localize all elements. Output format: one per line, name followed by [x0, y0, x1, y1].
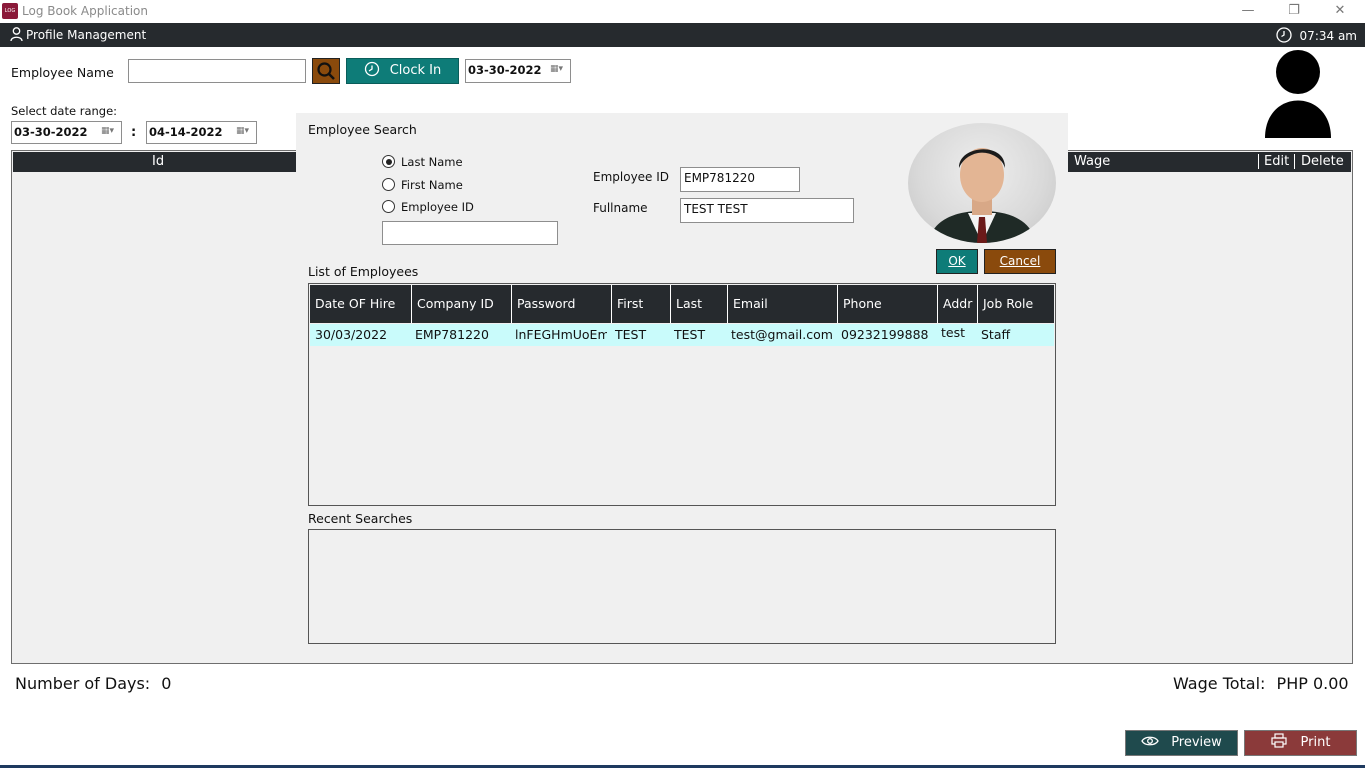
clock-display: 07:34 am	[1275, 27, 1357, 43]
number-of-days: Number of Days: 0	[15, 674, 171, 693]
date-from-value: 03-30-2022	[14, 125, 88, 139]
clock-icon	[1275, 27, 1292, 43]
date-to-picker[interactable]: 04-14-2022 ▦▾	[146, 121, 257, 144]
employee-name-input[interactable]	[128, 59, 306, 83]
col-phone[interactable]: Phone	[837, 285, 937, 323]
date-range-separator: :	[131, 125, 137, 140]
fullname-field[interactable]: TEST TEST	[680, 198, 854, 223]
col-wage: Wage	[1074, 154, 1111, 169]
dialog-search-input[interactable]	[382, 221, 558, 245]
wage-total-label: Wage Total:	[1173, 674, 1266, 693]
radio-last-name-label: Last Name	[401, 155, 463, 169]
date-range-label: Select date range:	[11, 104, 118, 118]
cell-email: test@gmail.com	[731, 327, 833, 342]
col-job-role[interactable]: Job Role	[977, 285, 1054, 323]
radio-first-name[interactable]	[382, 178, 395, 191]
col-id: Id	[152, 154, 165, 169]
cell-address: test	[941, 325, 966, 340]
radio-employee-id-label: Employee ID	[401, 200, 474, 214]
col-first[interactable]: First	[611, 285, 670, 323]
date-to-value: 04-14-2022	[149, 125, 223, 139]
clock-in-button[interactable]: Clock In	[346, 58, 459, 84]
employee-list-header: Date OF Hire Company ID Password First L…	[310, 285, 1054, 323]
restore-button[interactable]: ❐	[1284, 2, 1304, 20]
number-of-days-label: Number of Days:	[15, 674, 151, 693]
col-last[interactable]: Last	[670, 285, 727, 323]
title-bar: LOG Log Book Application — ❐ ✕	[0, 0, 1365, 23]
clock-date-value: 03-30-2022	[468, 63, 542, 77]
col-address[interactable]: Addr	[937, 285, 977, 323]
printer-icon	[1270, 733, 1287, 748]
clock-time: 07:34 am	[1299, 29, 1357, 43]
col-edit: Edit	[1258, 154, 1289, 169]
cell-company-id: EMP781220	[415, 327, 489, 342]
preview-label: Preview	[1171, 735, 1222, 750]
col-company-id[interactable]: Company ID	[411, 285, 511, 323]
col-password[interactable]: Password	[511, 285, 611, 323]
col-date-of-hire[interactable]: Date OF Hire	[310, 285, 411, 323]
recent-searches-label: Recent Searches	[308, 511, 413, 526]
dialog-title: Employee Search	[308, 122, 417, 137]
eye-icon	[1141, 736, 1159, 746]
col-delete: Delete	[1294, 154, 1344, 169]
app-logo-icon: LOG	[2, 3, 18, 19]
recent-searches-list[interactable]	[308, 529, 1056, 644]
calendar-dropdown-icon[interactable]: ▦▾	[236, 126, 252, 138]
fullname-label: Fullname	[593, 201, 648, 215]
search-icon	[317, 62, 335, 80]
profile-management-menu[interactable]: Profile Management	[10, 27, 146, 42]
wage-total-value: PHP 0.00	[1276, 674, 1349, 693]
search-button[interactable]	[312, 58, 340, 84]
cancel-button[interactable]: Cancel	[984, 249, 1056, 274]
radio-first-name-label: First Name	[401, 178, 463, 192]
calendar-dropdown-icon[interactable]: ▦▾	[101, 126, 117, 138]
clock-in-label: Clock In	[389, 63, 442, 78]
calendar-dropdown-icon[interactable]: ▦▾	[550, 64, 566, 76]
employee-search-dialog: Employee Search Last Name First Name Emp…	[296, 113, 1068, 656]
employee-id-label: Employee ID	[593, 170, 670, 184]
user-icon	[10, 27, 23, 42]
avatar-icon	[1265, 50, 1331, 138]
user-avatar	[1264, 50, 1332, 138]
cell-first: TEST	[615, 327, 647, 342]
employee-list-table: Date OF Hire Company ID Password First L…	[308, 283, 1056, 506]
cell-phone: 09232199888	[841, 327, 929, 342]
close-button[interactable]: ✕	[1330, 2, 1350, 20]
employee-photo-portrait	[928, 148, 1036, 243]
radio-employee-id[interactable]	[382, 200, 395, 213]
cell-password: lnFEGHmUoEm	[515, 327, 607, 342]
print-label: Print	[1300, 735, 1331, 750]
number-of-days-value: 0	[161, 674, 172, 693]
date-from-picker[interactable]: 03-30-2022 ▦▾	[11, 121, 122, 144]
preview-button[interactable]: Preview	[1125, 730, 1238, 756]
employee-list-label: List of Employees	[308, 264, 419, 279]
employee-photo	[908, 123, 1056, 243]
minimize-button[interactable]: —	[1238, 2, 1258, 20]
employee-name-label: Employee Name	[11, 65, 114, 80]
table-row[interactable]: 30/03/2022 EMP781220 lnFEGHmUoEm TEST TE…	[310, 324, 1054, 346]
cell-last: TEST	[674, 327, 706, 342]
ok-button[interactable]: OK	[936, 249, 978, 274]
col-email[interactable]: Email	[727, 285, 837, 323]
wage-total: Wage Total: PHP 0.00	[1173, 674, 1349, 693]
radio-last-name[interactable]	[382, 155, 395, 168]
cell-date-of-hire: 30/03/2022	[315, 327, 388, 342]
employee-id-field[interactable]: EMP781220	[680, 167, 800, 192]
window-title: Log Book Application	[22, 4, 148, 18]
clock-in-icon	[364, 61, 379, 77]
profile-management-label: Profile Management	[26, 28, 147, 42]
cell-job-role: Staff	[981, 327, 1011, 342]
menu-bar: Profile Management 07:34 am	[0, 23, 1365, 47]
print-button[interactable]: Print	[1244, 730, 1357, 756]
clock-date-picker[interactable]: 03-30-2022 ▦▾	[465, 59, 571, 83]
